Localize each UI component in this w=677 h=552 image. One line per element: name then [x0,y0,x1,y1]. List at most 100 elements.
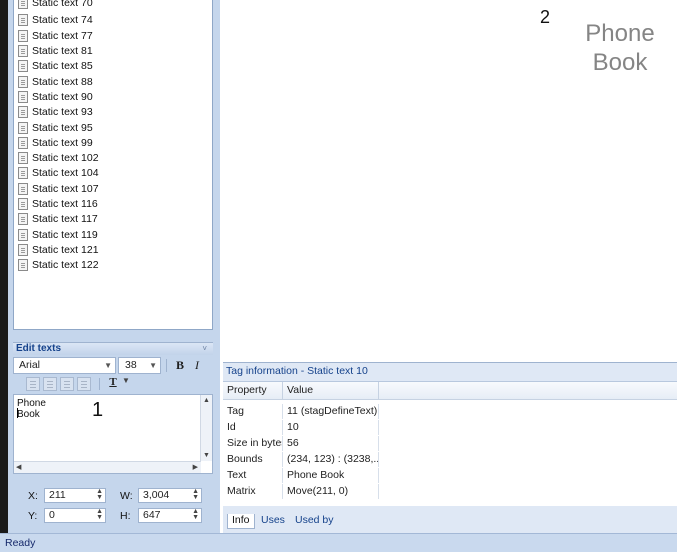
y-field[interactable]: 0 ▲ ▼ [44,508,106,523]
text-color-button[interactable]: T [106,375,120,392]
list-item-label: Static text 99 [32,137,93,149]
font-size-value: 38 [125,359,137,371]
list-item[interactable]: Static text 70 [18,0,93,10]
document-icon [18,244,28,256]
table-row[interactable]: Matrix Move(211, 0) [223,484,677,499]
list-item-label: Static text 70 [32,0,93,9]
spinner-icon[interactable]: ▲ ▼ [96,508,103,521]
document-icon [18,60,28,72]
list-item[interactable]: Static text 85 [18,59,93,73]
w-field[interactable]: 3,004 ▲ ▼ [138,488,202,503]
font-select-value: Arial [19,359,41,371]
italic-button[interactable]: I [190,357,204,374]
document-icon [18,229,28,241]
list-item[interactable]: Static text 102 [18,151,99,165]
list-item[interactable]: Static text 104 [18,166,99,180]
spinner-icon[interactable]: ▲ ▼ [192,488,199,501]
property-cell: Size in bytes [223,436,283,451]
property-table[interactable]: Property Value Tag 11 (stagDefineText) I… [223,381,677,506]
list-item[interactable]: Static text 107 [18,182,99,196]
annotation-marker: 1 [92,399,104,421]
column-header-property[interactable]: Property [223,382,283,400]
text-editor-content[interactable]: Phone Book [17,398,46,420]
x-label: X: [28,490,38,502]
list-item[interactable]: Static text 77 [18,29,93,43]
table-row[interactable]: Tag 11 (stagDefineText) [223,404,677,419]
list-item-label: Static text 88 [32,76,93,88]
list-item[interactable]: Static text 122 [18,258,99,272]
list-item-label: Static text 117 [32,213,98,225]
bold-button[interactable]: B [173,357,187,374]
list-item[interactable]: Static text 81 [18,44,93,58]
list-item-label: Static text 93 [32,106,93,118]
spinner-icon[interactable]: ▲ ▼ [192,508,199,521]
align-justify-icon[interactable] [77,377,91,391]
x-value: 211 [49,489,66,501]
status-bar: Ready [0,533,677,552]
list-item[interactable]: Static text 93 [18,105,93,119]
edit-texts-header: Edit texts ˅ [13,342,213,355]
list-item[interactable]: Static text 99 [18,136,93,150]
h-field[interactable]: 647 ▲ ▼ [138,508,202,523]
list-item[interactable]: Static text 117 [18,212,98,226]
font-size-select[interactable]: 38 ▼ [118,357,161,374]
table-row[interactable]: Text Phone Book [223,468,677,483]
document-icon [18,183,28,195]
list-item[interactable]: Static text 121 [18,243,99,257]
edit-texts-title: Edit texts [16,343,62,354]
value-cell: Move(211, 0) [283,484,379,499]
vertical-scrollbar[interactable]: ▲ ▼ [200,395,212,461]
list-item[interactable]: Static text 95 [18,121,93,135]
column-header-value[interactable]: Value [283,382,379,400]
list-item[interactable]: Static text 88 [18,75,93,89]
tab-uses[interactable]: Uses [257,514,289,529]
list-item-label: Static text 85 [32,60,93,72]
list-item[interactable]: Static text 90 [18,90,93,104]
collapse-icon[interactable]: ˅ [202,343,207,355]
list-item-label: Static text 90 [32,91,93,103]
tag-info-tabs: Info Uses Used by [223,507,677,534]
chevron-down-icon: ▼ [149,361,157,370]
table-row[interactable]: Id 10 [223,420,677,435]
list-item[interactable]: Static text 116 [18,197,98,211]
tab-info[interactable]: Info [227,514,255,529]
spinner-icon[interactable]: ▲ ▼ [96,488,103,501]
document-icon [18,259,28,271]
tab-used-by[interactable]: Used by [291,514,338,529]
text-caret [17,408,18,418]
table-row[interactable]: Size in bytes 56 [223,436,677,451]
h-value: 647 [143,509,161,521]
document-icon [18,91,28,103]
w-value: 3,004 [143,489,170,501]
left-pane: Static text 70 Static text 74 Static tex… [8,0,220,533]
chevron-down-icon[interactable]: ▼ [122,376,130,385]
list-item-label: Static text 107 [32,183,99,195]
property-cell: Bounds [223,452,283,467]
document-icon [18,152,28,164]
tag-information-panel: Tag information - Static text 10 Propert… [223,362,677,534]
list-item[interactable]: Static text 119 [18,228,98,242]
align-center-icon[interactable] [43,377,57,391]
list-item[interactable]: Static text 74 [18,13,93,27]
text-editor[interactable]: Phone Book 1 ▲ ▼ ◀ ▶ [13,394,213,474]
align-right-icon[interactable] [60,377,74,391]
property-cell: Id [223,420,283,435]
document-icon [18,213,28,225]
list-item-label: Static text 116 [32,198,98,210]
font-select[interactable]: Arial ▼ [13,357,116,374]
y-value: 0 [49,509,55,521]
tag-list[interactable]: Static text 70 Static text 74 Static tex… [13,0,213,330]
list-item-label: Static text 102 [32,152,99,164]
table-row[interactable]: Bounds (234, 123) : (3238,... [223,452,677,467]
tag-panel-title: Tag information - Static text 10 [226,365,368,377]
scroll-up-icon[interactable]: ▲ [203,397,210,404]
scroll-down-icon[interactable]: ▼ [203,452,210,459]
scroll-right-icon[interactable]: ▶ [193,463,198,471]
document-icon [18,167,28,179]
horizontal-scrollbar[interactable]: ◀ ▶ [14,461,201,473]
list-item-label: Static text 81 [32,45,93,57]
scroll-left-icon[interactable]: ◀ [16,463,21,471]
x-field[interactable]: 211 ▲ ▼ [44,488,106,503]
list-item-label: Static text 95 [32,122,93,134]
align-left-icon[interactable] [26,377,40,391]
